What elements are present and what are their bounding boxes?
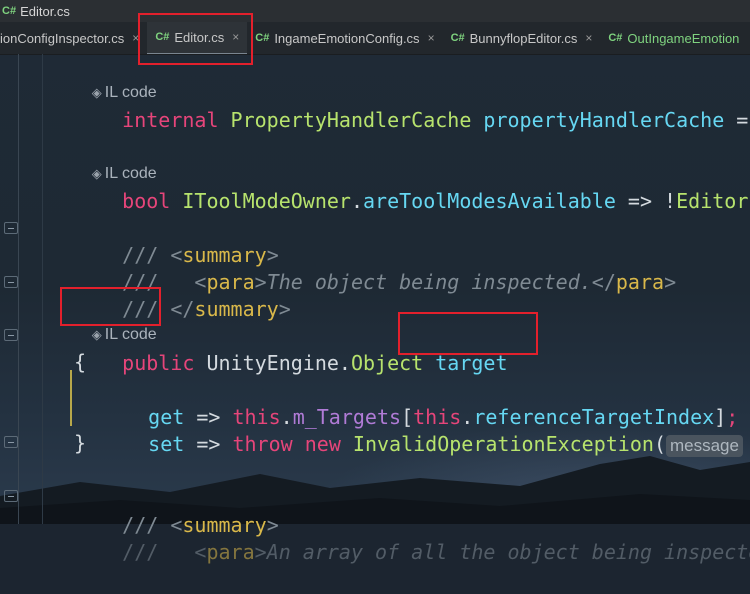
tab-label: OutIngameEmotion	[627, 30, 740, 46]
tab-ingame-emotion-config[interactable]: C# IngameEmotionConfig.cs ×	[247, 22, 442, 54]
gutter-separator	[18, 54, 19, 524]
fold-toggle-icon[interactable]	[4, 329, 18, 341]
code-line-setter: set => throw new InvalidOperationExcepti…	[100, 402, 743, 457]
csharp-file-icon: C#	[255, 32, 270, 44]
code-line-property-handler-cache: internal PropertyHandlerCache propertyHa…	[122, 108, 749, 132]
window-title-bar: C# Editor.cs	[0, 0, 750, 22]
tab-label: ionConfigInspector.cs	[0, 30, 125, 46]
close-icon[interactable]: ×	[428, 31, 435, 45]
csharp-file-icon: C#	[608, 32, 623, 44]
csharp-file-icon: C#	[2, 5, 17, 17]
doc-comment-line: /// <para>An array of all the object bei…	[122, 540, 750, 564]
fold-toggle-icon[interactable]	[4, 436, 18, 448]
open-brace: {	[74, 350, 87, 374]
highlight-box-target	[398, 312, 538, 355]
editor-tab-bar: ionConfigInspector.cs × C# Editor.cs × C…	[0, 22, 750, 55]
tab-out-ingame-emotion[interactable]: C# OutIngameEmotion	[600, 22, 747, 54]
doc-comment-line: /// <summary>	[122, 243, 279, 267]
indent-guide	[42, 54, 43, 524]
tab-config-inspector[interactable]: ionConfigInspector.cs ×	[0, 22, 147, 54]
tab-label: IngameEmotionConfig.cs	[274, 30, 420, 46]
code-line-getter: get => this.m_Targets[this.referenceTarg…	[148, 405, 739, 429]
code-line-are-tool-modes-available: bool IToolModeOwner.areToolModesAvailabl…	[122, 189, 749, 213]
tab-label: BunnyflopEditor.cs	[469, 30, 578, 46]
doc-comment-line: /// <para>The object being inspected.</p…	[122, 270, 677, 294]
csharp-file-icon: C#	[450, 32, 465, 44]
brace-scope-guide	[70, 370, 72, 426]
fold-toggle-icon[interactable]	[4, 490, 18, 502]
window-title: Editor.cs	[20, 3, 70, 19]
fold-toggle-icon[interactable]	[4, 276, 18, 288]
close-icon[interactable]: ×	[585, 31, 592, 45]
highlight-box-il-code	[60, 287, 161, 326]
fold-toggle-icon[interactable]	[4, 222, 18, 234]
doc-comment-line: /// <summary>	[122, 513, 279, 537]
parameter-name-hint: message	[665, 434, 743, 457]
tab-bunnyflop-editor[interactable]: C# BunnyflopEditor.cs ×	[443, 22, 601, 54]
close-brace: }	[74, 431, 87, 455]
